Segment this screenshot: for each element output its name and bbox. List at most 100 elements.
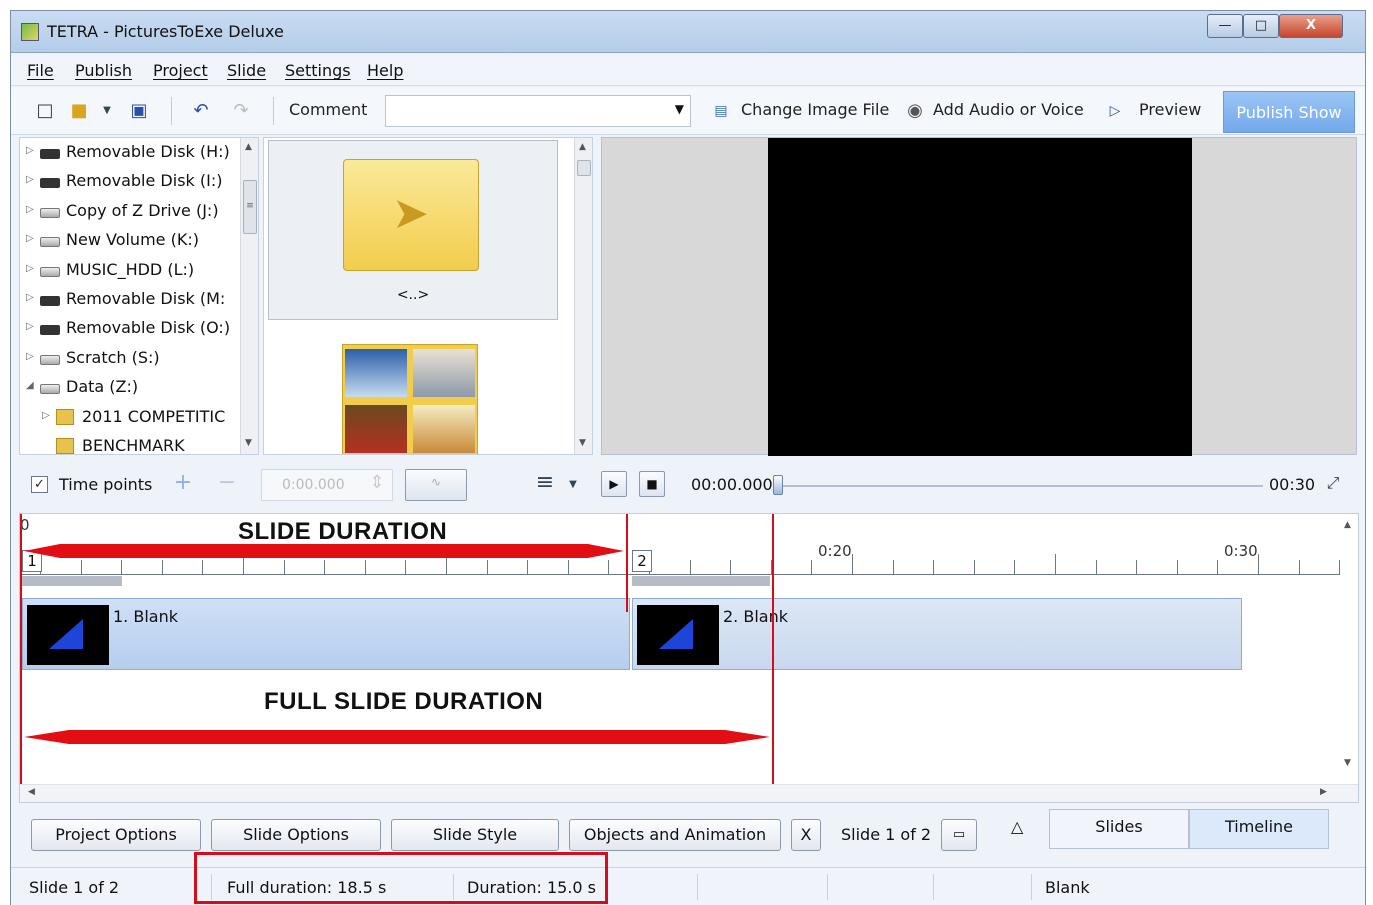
menu-icon[interactable]: ≡ [535, 472, 555, 494]
expand-arrow-icon[interactable]: ▷ [26, 233, 34, 244]
close-objects-button[interactable]: X [791, 819, 821, 851]
expand-arrow-icon[interactable]: ▷ [26, 321, 34, 332]
menu-project[interactable]: Project [153, 61, 208, 80]
menu-help[interactable]: Help [367, 61, 403, 80]
close-button[interactable]: X [1279, 14, 1343, 38]
add-time-point-icon[interactable]: + [173, 472, 193, 494]
parent-folder-card[interactable]: ➤ <..> [268, 140, 558, 320]
expand-arrow-icon[interactable]: ▷ [26, 174, 34, 185]
tree-item[interactable]: ▷ Removable Disk (M: [20, 286, 242, 314]
fullscreen-icon[interactable]: ⤢ [1323, 473, 1343, 493]
tree-item[interactable]: ▷ Copy of Z Drive (J:) [20, 198, 242, 226]
maximize-button[interactable]: □ [1243, 14, 1279, 38]
tab-slides[interactable]: Slides [1049, 809, 1189, 849]
tree-item[interactable]: ▷ Removable Disk (O:) [20, 315, 242, 343]
tree-item[interactable]: BENCHMARK [20, 433, 242, 455]
chevron-down-icon[interactable]: ▼ [563, 475, 583, 495]
slide-block-2[interactable]: 2. Blank [632, 598, 1242, 670]
scroll-right-icon[interactable]: ▶ [1320, 787, 1327, 797]
collapse-icon[interactable]: △ [1011, 817, 1023, 836]
tree-item[interactable]: ▷ New Volume (K:) [20, 227, 242, 255]
tree-item[interactable]: ▷ MUSIC_HDD (L:) [20, 257, 242, 285]
playback-slider[interactable] [781, 485, 1263, 487]
slide-style-button[interactable]: Slide Style [391, 819, 559, 851]
scroll-down-icon[interactable]: ▼ [1344, 758, 1351, 768]
chevron-down-icon[interactable]: ▼ [675, 102, 684, 116]
window-toggle-icon[interactable]: ▭ [941, 819, 977, 851]
undo-icon[interactable]: ↶ [191, 101, 211, 121]
scroll-down-icon[interactable]: ▼ [245, 438, 252, 448]
menu-publish[interactable]: Publish [75, 61, 132, 80]
expand-arrow-icon[interactable]: ▷ [42, 410, 50, 421]
menu-file[interactable]: File [27, 61, 54, 80]
thumbnail-browser[interactable]: ➤ <..> ▲ ▼ [263, 137, 593, 455]
timeline-vertical-scrollbar[interactable]: ▲ ▼ [1340, 514, 1358, 786]
timeline-panel[interactable]: 0 0:20 0:30 1 2 1. Blank 2. Blank SLIDE … [19, 513, 1359, 803]
chevron-down-icon[interactable]: ▼ [97, 101, 117, 121]
tree-item-label: 2011 COMPETITIC [82, 406, 226, 426]
ruler-tick [405, 560, 407, 574]
preview-screen [768, 138, 1192, 456]
playback-slider-thumb[interactable] [773, 475, 783, 495]
scroll-left-icon[interactable]: ◀ [28, 787, 35, 797]
thumbnail-scroll-thumb[interactable] [577, 160, 591, 176]
tab-timeline[interactable]: Timeline [1189, 809, 1329, 849]
add-audio-button[interactable]: Add Audio or Voice [933, 100, 1084, 119]
annotation-start-line [20, 514, 22, 786]
folder-tree[interactable]: ▷ Removable Disk (H:) ▷ Removable Disk (I:)… [19, 137, 259, 455]
curve-button[interactable]: ∿ [405, 469, 467, 501]
picture-folder-thumbnail[interactable] [342, 344, 478, 454]
scroll-up-icon[interactable]: ▲ [1344, 520, 1351, 530]
tree-item[interactable]: ◢ Data (Z:) [20, 374, 242, 402]
objects-animation-button[interactable]: Objects and Animation [569, 819, 781, 851]
minimize-button[interactable]: — [1207, 14, 1243, 38]
spin-icon[interactable]: ⇕ [367, 473, 387, 493]
open-folder-icon[interactable]: ■ [69, 101, 89, 121]
expand-arrow-icon[interactable]: ▷ [26, 263, 34, 274]
publish-show-button[interactable]: Publish Show [1223, 91, 1355, 133]
ruler-tick [811, 560, 813, 574]
timeline-horizontal-scrollbar[interactable]: ◀ ▶ [20, 784, 1358, 802]
tree-item[interactable]: ▷ Removable Disk (I:) [20, 168, 242, 196]
play-button[interactable]: ▶ [601, 471, 627, 497]
comment-combobox[interactable]: ▼ [385, 95, 691, 127]
new-file-icon[interactable]: □ [35, 101, 55, 121]
removable-disk-icon [40, 149, 60, 159]
slide-options-button[interactable]: Slide Options [211, 819, 381, 851]
remove-time-point-icon[interactable]: − [217, 472, 237, 494]
preview-button[interactable]: Preview [1139, 100, 1201, 119]
tree-item-label: BENCHMARK [82, 436, 185, 455]
preview-icon: ▷ [1109, 103, 1121, 119]
ruler-tick [202, 560, 204, 574]
slide-number-2[interactable]: 2 [632, 550, 652, 572]
expand-arrow-icon[interactable]: ▷ [26, 145, 34, 156]
winter-scene-image [345, 349, 407, 397]
scroll-down-icon[interactable]: ▼ [579, 438, 586, 448]
tree-item[interactable]: ▷ 2011 COMPETITIC [20, 404, 242, 432]
thumbnail-scrollbar[interactable]: ▲ ▼ [574, 138, 592, 454]
redo-icon[interactable]: ↷ [231, 101, 251, 121]
expand-arrow-icon[interactable]: ◢ [26, 380, 34, 391]
tree-item[interactable]: ▷ Scratch (S:) [20, 345, 242, 373]
save-icon[interactable]: ▣ [129, 101, 149, 121]
tree-item[interactable]: ▷ Removable Disk (H:) [20, 139, 242, 167]
status-separator [1031, 874, 1032, 900]
expand-arrow-icon[interactable]: ▷ [26, 204, 34, 215]
tree-scroll-thumb[interactable]: ≡ [243, 180, 257, 234]
status-name: Blank [1045, 878, 1090, 897]
expand-arrow-icon[interactable]: ▷ [26, 292, 34, 303]
scroll-up-icon[interactable]: ▲ [245, 142, 252, 152]
time-points-checkbox[interactable]: ✓ [31, 476, 48, 493]
scroll-up-icon[interactable]: ▲ [579, 142, 586, 152]
tree-scrollbar[interactable]: ▲ ≡ ▼ [240, 138, 258, 454]
current-time: 00:00.000 [691, 475, 773, 494]
menu-slide[interactable]: Slide [227, 61, 266, 80]
menu-settings[interactable]: Settings [285, 61, 351, 80]
change-image-button[interactable]: Change Image File [741, 100, 889, 119]
project-options-button[interactable]: Project Options [31, 819, 201, 851]
slide-block-1[interactable]: 1. Blank [22, 598, 630, 670]
ruler-tick [283, 560, 285, 574]
expand-arrow-icon[interactable]: ▷ [26, 351, 34, 362]
slide-thumbnail [637, 605, 719, 665]
stop-button[interactable]: ■ [639, 471, 665, 497]
